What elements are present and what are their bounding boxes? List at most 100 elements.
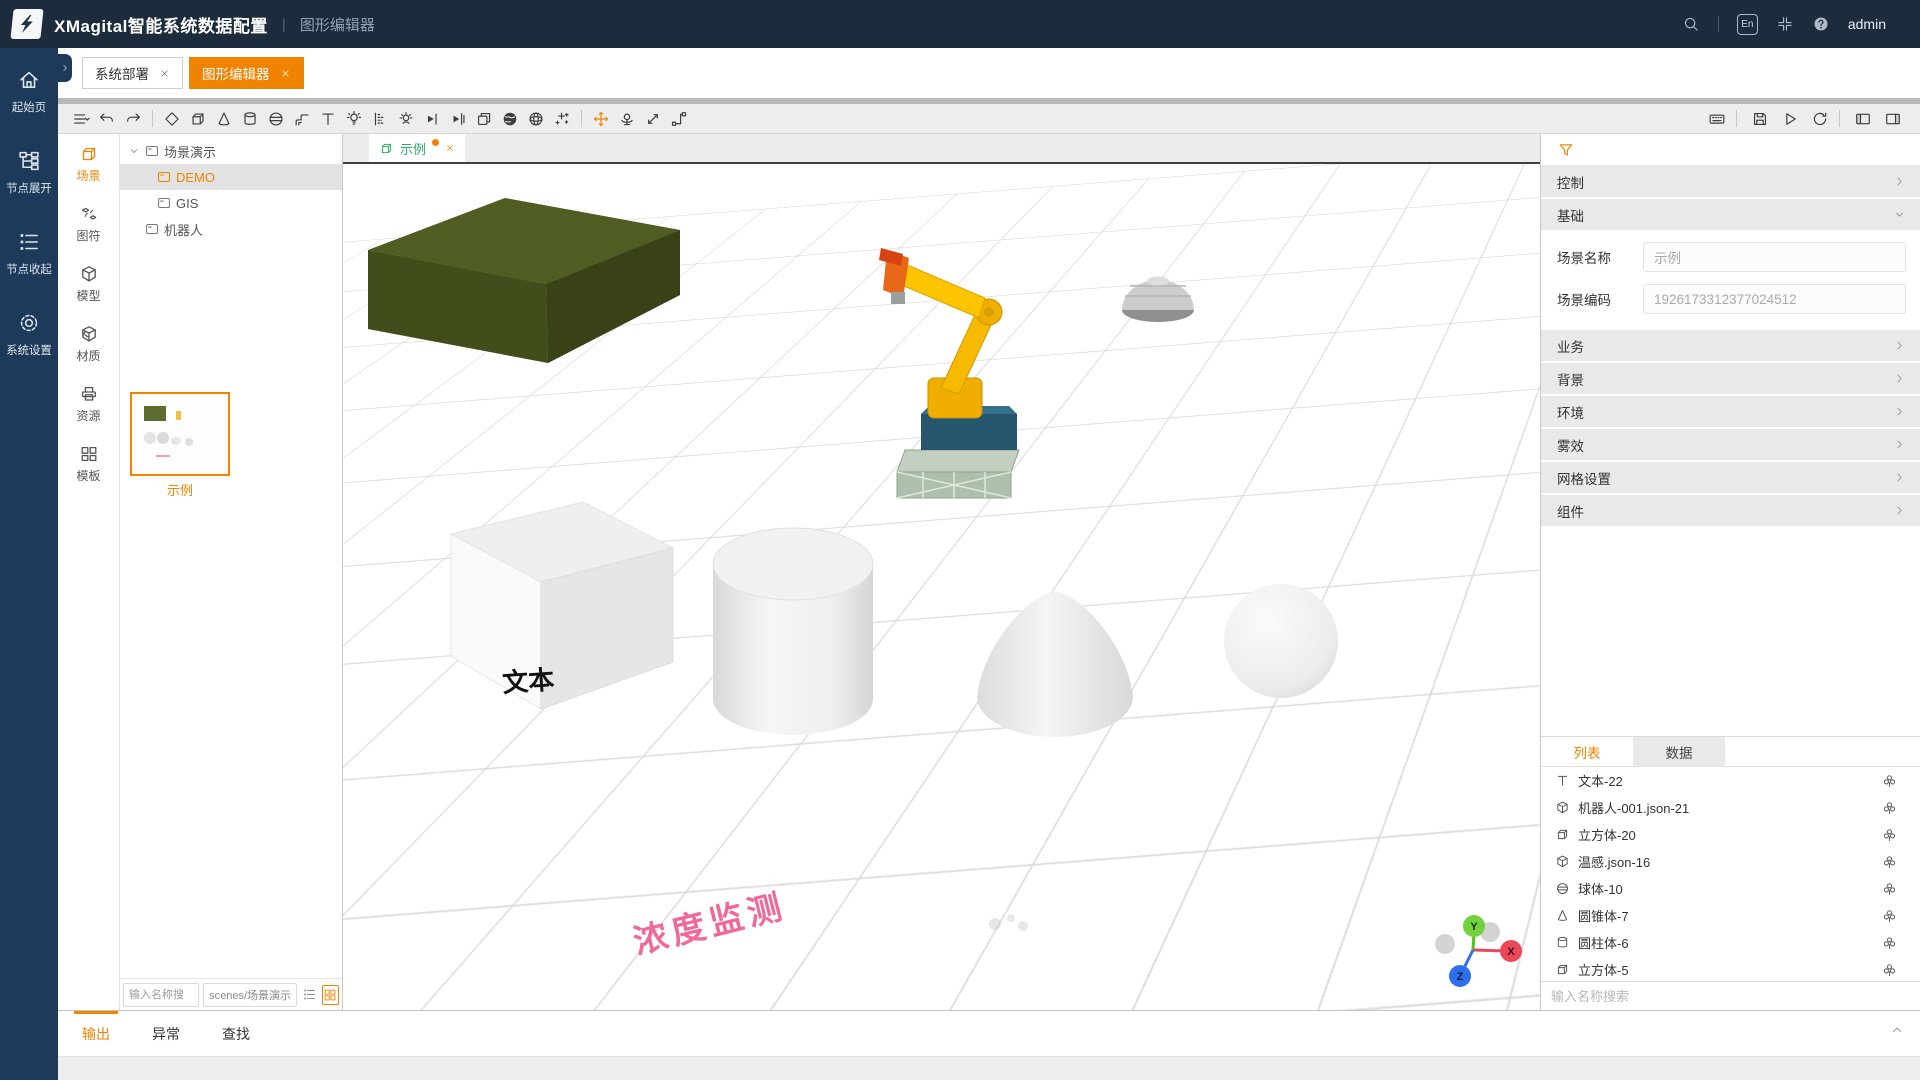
object-search-input[interactable] xyxy=(1541,981,1920,1010)
language-icon[interactable]: En xyxy=(1737,14,1758,35)
section-control[interactable]: 控制 xyxy=(1541,166,1920,197)
white-cube-object[interactable]: 文本 xyxy=(451,502,673,709)
bulb-icon[interactable] xyxy=(341,106,367,132)
sphere-object[interactable] xyxy=(1224,584,1338,698)
section-basic[interactable]: 基础 xyxy=(1541,199,1920,230)
locate-icon[interactable] xyxy=(1881,826,1898,843)
panel-right-icon[interactable] xyxy=(1880,106,1906,132)
gimbal-icon[interactable] xyxy=(614,106,640,132)
user-name[interactable]: admin xyxy=(1848,16,1886,32)
tab-scene[interactable]: 场景 xyxy=(58,134,119,194)
chevron-down-icon[interactable] xyxy=(128,145,140,157)
menu-icon[interactable] xyxy=(68,106,94,132)
tab-model[interactable]: 模型 xyxy=(58,254,119,314)
close-icon[interactable] xyxy=(280,68,291,79)
lamp-icon[interactable] xyxy=(393,106,419,132)
locate-icon[interactable] xyxy=(1881,907,1898,924)
diamond-icon[interactable] xyxy=(159,106,185,132)
globe-grid-icon[interactable] xyxy=(523,106,549,132)
axis-gizmo[interactable]: Y X Z xyxy=(1435,915,1522,987)
section-components[interactable]: 组件 xyxy=(1541,495,1920,526)
tab-symbol[interactable]: 图符 xyxy=(58,194,119,254)
viewport-tab-example[interactable]: 示例 xyxy=(369,134,465,162)
cube-icon[interactable] xyxy=(185,106,211,132)
list-view-icon[interactable] xyxy=(301,985,318,1005)
keyboard-icon[interactable] xyxy=(1704,106,1730,132)
earth-icon[interactable] xyxy=(497,106,523,132)
cone-object[interactable] xyxy=(977,592,1133,737)
tab-output[interactable]: 输出 xyxy=(74,1011,118,1056)
scene-name-input[interactable] xyxy=(1643,242,1906,272)
play-icon[interactable] xyxy=(1777,106,1803,132)
list-item[interactable]: 球体-10 xyxy=(1541,875,1920,902)
list-item[interactable]: 文本-22 xyxy=(1541,767,1920,794)
scale-icon[interactable] xyxy=(640,106,666,132)
tab-graphic-editor[interactable]: 图形编辑器 xyxy=(189,57,304,89)
cylinder-object[interactable] xyxy=(713,528,873,735)
sidebar-item-nodes-collapse[interactable]: 节点收起 xyxy=(0,210,58,291)
close-icon[interactable] xyxy=(159,68,170,79)
tab-find[interactable]: 查找 xyxy=(214,1011,258,1056)
grid-view-icon[interactable] xyxy=(322,985,339,1005)
green-cube-object[interactable] xyxy=(368,198,680,363)
list-item[interactable]: 圆柱体-6 xyxy=(1541,929,1920,956)
compress-icon[interactable] xyxy=(1776,15,1794,33)
help-icon[interactable] xyxy=(1812,15,1830,33)
list-item[interactable]: 机器人-001.json-21 xyxy=(1541,794,1920,821)
section-grid-settings[interactable]: 网格设置 xyxy=(1541,462,1920,493)
outline-icon[interactable] xyxy=(367,106,393,132)
layers-icon[interactable] xyxy=(471,106,497,132)
section-environment[interactable]: 环境 xyxy=(1541,396,1920,427)
locate-icon[interactable] xyxy=(1881,772,1898,789)
panel-left-icon[interactable] xyxy=(1850,106,1876,132)
tab-data[interactable]: 数据 xyxy=(1633,737,1725,766)
collapse-panel-icon[interactable] xyxy=(1890,1023,1904,1037)
search-icon[interactable] xyxy=(1682,15,1700,33)
list-item[interactable]: 圆锥体-7 xyxy=(1541,902,1920,929)
save-icon[interactable] xyxy=(1747,106,1773,132)
locate-icon[interactable] xyxy=(1881,799,1898,816)
locate-icon[interactable] xyxy=(1881,853,1898,870)
tree-item-demo[interactable]: DEMO xyxy=(120,164,342,190)
cylinder-icon[interactable] xyxy=(237,106,263,132)
viewport-3d[interactable]: 示例 xyxy=(343,134,1540,1010)
list-item[interactable]: 温感.json-16 xyxy=(1541,848,1920,875)
scene-overlay-text[interactable]: 浓度监测 xyxy=(630,887,791,962)
tab-system-deploy[interactable]: 系统部署 xyxy=(82,57,183,89)
sidebar-item-home[interactable]: 起始页 xyxy=(0,48,58,129)
align-right-icon[interactable] xyxy=(419,106,445,132)
text-icon[interactable] xyxy=(315,106,341,132)
tree-item-robot[interactable]: 机器人 xyxy=(120,216,342,242)
tab-list[interactable]: 列表 xyxy=(1541,737,1633,766)
scene-thumbnail[interactable] xyxy=(130,392,230,476)
robot-arm-object[interactable] xyxy=(879,248,1019,498)
path-icon[interactable] xyxy=(666,106,692,132)
section-background[interactable]: 背景 xyxy=(1541,363,1920,394)
section-fog[interactable]: 雾效 xyxy=(1541,429,1920,460)
tab-resource[interactable]: 资源 xyxy=(58,374,119,434)
dome-object[interactable] xyxy=(1122,277,1194,323)
sidebar-expand-handle[interactable] xyxy=(58,54,72,82)
list-item[interactable]: 立方体-5 xyxy=(1541,956,1920,983)
funnel-icon[interactable] xyxy=(1557,141,1575,159)
locate-icon[interactable] xyxy=(1881,934,1898,951)
sparkles-icon[interactable] xyxy=(549,106,575,132)
refresh-icon[interactable] xyxy=(1807,106,1833,132)
tree-item-gis[interactable]: GIS xyxy=(120,190,342,216)
sidebar-item-nodes-expand[interactable]: 节点展开 xyxy=(0,129,58,210)
tab-material[interactable]: 材质 xyxy=(58,314,119,374)
pipe-icon[interactable] xyxy=(289,106,315,132)
tab-errors[interactable]: 异常 xyxy=(144,1011,188,1056)
close-icon[interactable] xyxy=(445,143,455,153)
locate-icon[interactable] xyxy=(1881,880,1898,897)
cone-icon[interactable] xyxy=(211,106,237,132)
tree-search-input[interactable] xyxy=(123,983,199,1007)
tree-item-scene-demo-folder[interactable]: 场景演示 xyxy=(120,138,342,164)
sphere-icon[interactable] xyxy=(263,106,289,132)
section-business[interactable]: 业务 xyxy=(1541,330,1920,361)
distribute-icon[interactable] xyxy=(445,106,471,132)
sidebar-item-settings[interactable]: 系统设置 xyxy=(0,291,58,372)
locate-icon[interactable] xyxy=(1881,961,1898,978)
scene-code-input[interactable] xyxy=(1643,284,1906,314)
tab-template[interactable]: 模板 xyxy=(58,434,119,494)
